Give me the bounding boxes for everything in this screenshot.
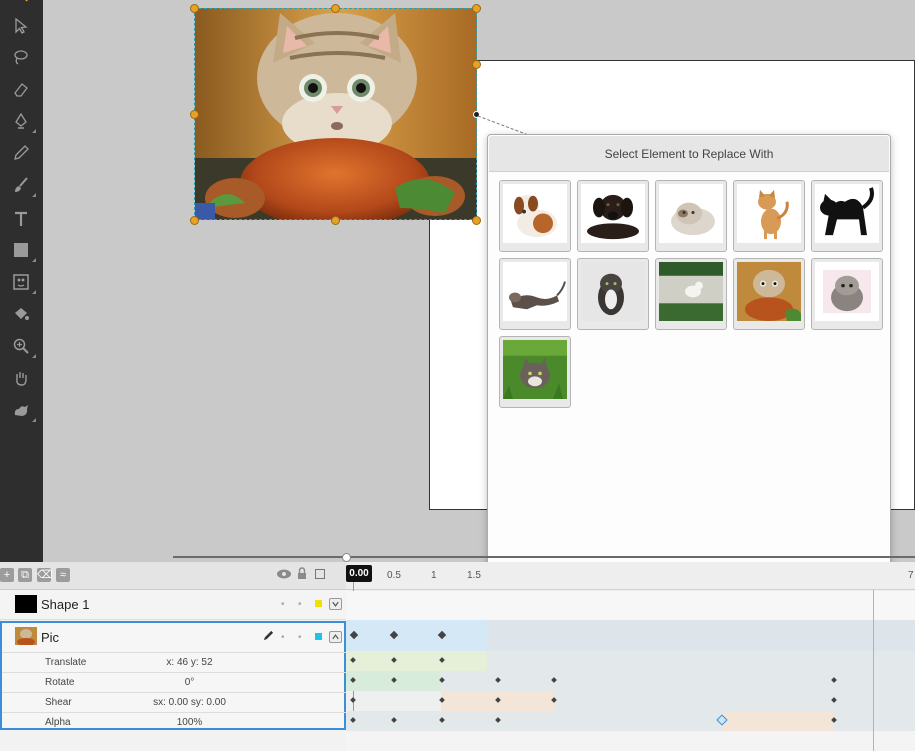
pencil-icon[interactable] [6,139,36,167]
track-shape-1[interactable] [346,591,915,620]
visibility-dot-icon[interactable]: • [281,599,285,610]
delete-layer-icon[interactable]: ⌫ [37,568,53,582]
lasso-icon[interactable] [6,43,36,71]
track-pic[interactable] [346,620,915,651]
ruler-label: 1.5 [467,570,481,581]
property-row-translate[interactable]: Translate x: 46 y: 52 [2,652,346,672]
eraser-icon[interactable] [6,75,36,103]
layer-thumbnail [15,627,37,645]
track-translate[interactable] [346,651,915,671]
rectangle-icon[interactable] [6,236,36,264]
property-name: Translate [45,657,87,668]
selected-image-kitten[interactable] [195,8,477,220]
ruler-label: 0.5 [387,570,401,581]
bone-tool-icon[interactable] [6,396,36,424]
fill-bucket-icon[interactable] [6,300,36,328]
pen-icon[interactable] [6,107,36,135]
end-marker-line [873,590,874,751]
layer-group-pic: Pic • • Translate x: 46 y: 52 Rotate 0° … [0,621,346,730]
track-empty [346,731,915,751]
resize-handle-top[interactable] [331,4,340,13]
ruler-label: 1 [431,570,437,581]
duplicate-layer-icon[interactable]: ⧉ [18,568,32,582]
layer-toolbar: + ⧉ ⌫ ≈ [0,562,346,590]
layer-options-icon[interactable]: ≈ [56,568,70,582]
layer-color-swatch[interactable] [315,600,322,607]
property-name: Alpha [45,717,71,728]
property-name: Shear [45,697,72,708]
property-row-alpha[interactable]: Alpha 100% [2,712,346,732]
thumbnail-grey-fluffy-kitten[interactable] [811,258,883,330]
property-row-rotate[interactable]: Rotate 0° [2,672,346,692]
thumbnail-kitten-with-turkey[interactable] [733,258,805,330]
property-value[interactable]: x: 46 y: 52 [152,657,227,668]
thumbnail-black-puppy[interactable] [577,180,649,252]
resize-handle-left[interactable] [190,110,199,119]
resize-handle-bottom[interactable] [331,216,340,225]
timeline-scrub-handle[interactable] [342,553,351,562]
brush-icon[interactable] [6,171,36,199]
layer-name: Shape 1 [41,597,90,612]
visibility-eye-icon[interactable] [276,568,292,582]
thumbnail-puppy-sitting[interactable] [499,180,571,252]
select-arrow-icon[interactable] [6,12,36,40]
layer-thumbnail [15,595,37,613]
thumbnail-fluffy-kitten[interactable] [655,180,727,252]
property-value[interactable]: 100% [152,717,227,728]
outline-toggle-icon[interactable] [315,569,325,579]
replace-panel-title: Select Element to Replace With [489,136,889,172]
hand-icon[interactable] [6,364,36,392]
property-value[interactable]: 0° [152,677,227,688]
track-rotate[interactable] [346,671,915,691]
thumbnail-kitten-on-road[interactable] [655,258,727,330]
lock-dot-icon[interactable]: • [298,599,302,610]
visibility-dot-icon[interactable]: • [281,632,285,643]
track-shear[interactable] [346,691,915,711]
resize-handle-top-right[interactable] [472,4,481,13]
resize-handle-bottom-left[interactable] [190,216,199,225]
layer-row-shape-1[interactable]: Shape 1 • • [0,590,346,620]
zoom-icon[interactable] [6,332,36,360]
current-time-badge[interactable]: 0.00 [346,565,372,582]
resize-handle-bottom-right[interactable] [472,216,481,225]
thumbnail-kitten-top-view[interactable] [577,258,649,330]
thumbnail-kitten-stretching[interactable] [499,258,571,330]
property-row-shear[interactable]: Shear sx: 0.00 sy: 0.00 [2,692,346,712]
thumbnail-black-cat[interactable] [811,180,883,252]
tools-sidebar [0,0,43,562]
lock-icon[interactable] [297,567,307,580]
text-tool-icon[interactable] [6,205,36,233]
timeline-scrub-track[interactable] [173,556,915,558]
layer-color-swatch[interactable] [315,633,322,640]
time-ruler[interactable]: 0.5 1 1.5 7 [346,562,915,590]
layer-row-pic[interactable]: Pic • • [2,623,344,653]
layer-name: Pic [41,630,60,645]
thumbnail-orange-kitten[interactable] [733,180,805,252]
property-name: Rotate [45,677,75,688]
property-value[interactable]: sx: 0.00 sy: 0.00 [152,697,227,708]
image-tool-icon[interactable] [6,268,36,296]
ruler-label: 7 [908,570,914,581]
resize-handle-right[interactable] [472,60,481,69]
resize-handle-top-left[interactable] [190,4,199,13]
track-alpha[interactable] [346,711,915,731]
collapse-layer-button[interactable] [329,631,342,643]
thumbnail-kitten-in-grass[interactable] [499,336,571,408]
add-layer-icon[interactable]: + [0,568,14,582]
expand-layer-button[interactable] [329,598,342,610]
edit-pen-icon[interactable] [263,630,274,644]
lock-dot-icon[interactable]: • [298,632,302,643]
